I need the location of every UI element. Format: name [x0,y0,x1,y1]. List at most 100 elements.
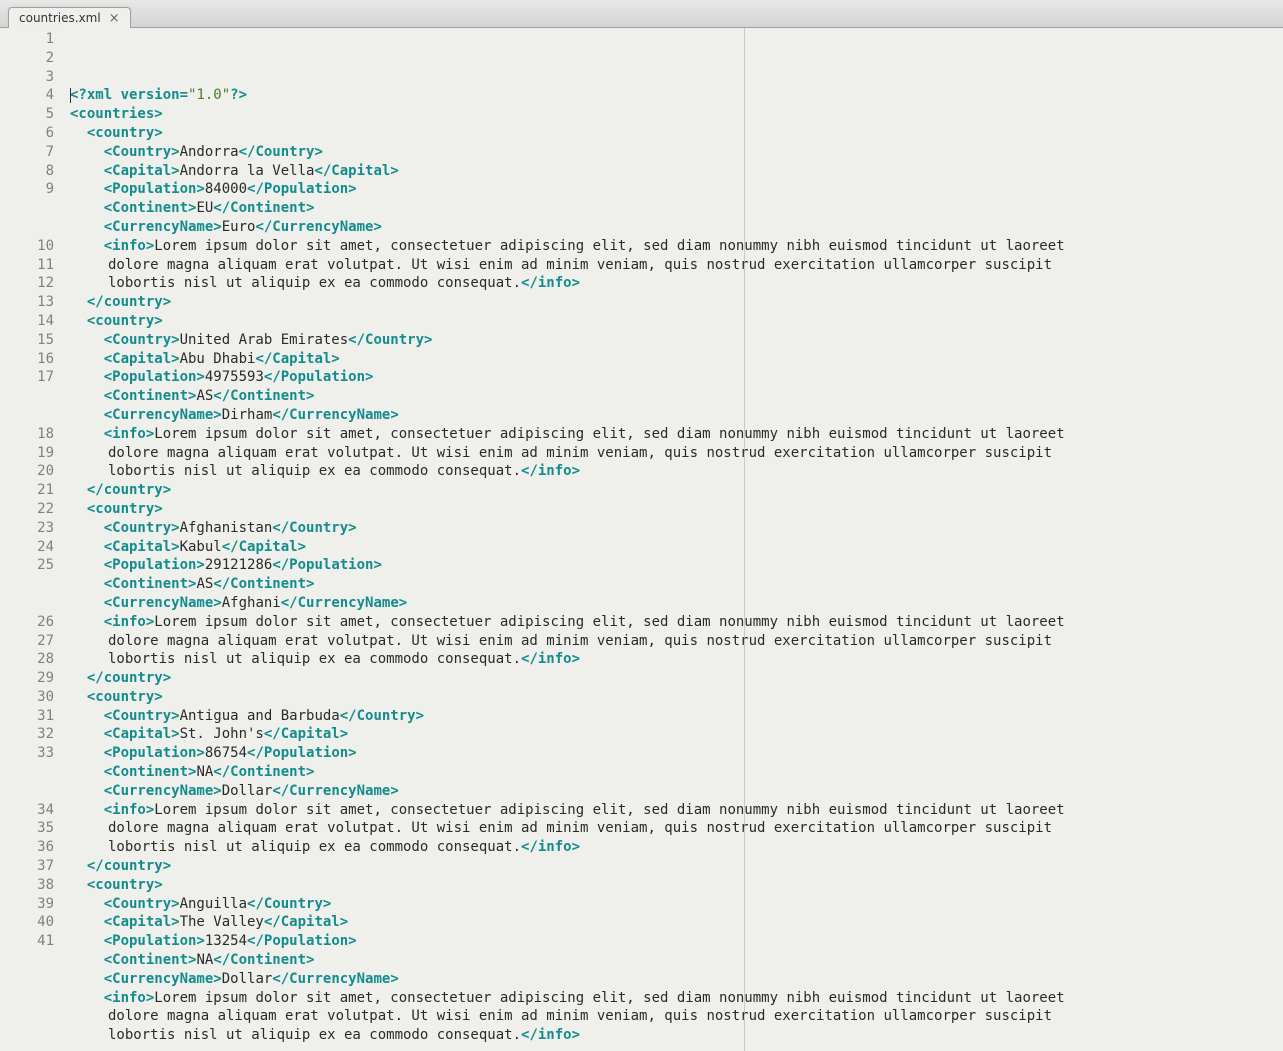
code-line: <Continent>NA</Continent> [70,951,1283,970]
line-number: 35 [20,819,54,838]
line-number [20,218,54,237]
code-line: <Capital>Kabul</Capital> [70,538,1283,557]
code-line: <CurrencyName>Dollar</CurrencyName> [70,970,1283,989]
line-number: 32 [20,725,54,744]
code-line: <countries> [70,105,1283,124]
code-line: lobortis nisl ut aliquip ex ea commodo c… [70,1026,1283,1045]
tab-bar: countries.xml × [0,0,1283,28]
code-line: <Population>29121286</Population> [70,556,1283,575]
code-line: <Capital>The Valley</Capital> [70,913,1283,932]
code-line: </country> [70,293,1283,312]
line-number: 23 [20,519,54,538]
code-line: lobortis nisl ut aliquip ex ea commodo c… [70,274,1283,293]
line-number: 29 [20,669,54,688]
code-line: dolore magna aliquam erat volutpat. Ut w… [70,256,1283,275]
line-number [20,970,54,989]
code-line: <country> [70,312,1283,331]
line-number: 11 [20,256,54,275]
line-number: 36 [20,838,54,857]
line-number: 24 [20,538,54,557]
code-line: dolore magna aliquam erat volutpat. Ut w… [70,444,1283,463]
line-number: 17 [20,368,54,387]
code-line: <CurrencyName>Dollar</CurrencyName> [70,782,1283,801]
line-number [20,406,54,425]
line-number: 25 [20,556,54,575]
code-line: </country> [70,669,1283,688]
line-number [20,763,54,782]
code-line: <Country>Anguilla</Country> [70,895,1283,914]
code-line: </country> [70,481,1283,500]
line-number [20,575,54,594]
code-line: dolore magna aliquam erat volutpat. Ut w… [70,819,1283,838]
line-number: 31 [20,707,54,726]
line-number: 8 [20,162,54,181]
line-number: 33 [20,744,54,763]
line-number [20,199,54,218]
code-line: <Country>Antigua and Barbuda</Country> [70,707,1283,726]
code-line: <info>Lorem ipsum dolor sit amet, consec… [70,989,1283,1008]
code-line: <country> [70,876,1283,895]
tab-countries-xml[interactable]: countries.xml × [8,7,131,28]
code-line: lobortis nisl ut aliquip ex ea commodo c… [70,462,1283,481]
line-number: 3 [20,68,54,87]
line-number: 27 [20,632,54,651]
line-number: 19 [20,444,54,463]
line-number: 22 [20,500,54,519]
code-line: <info>Lorem ipsum dolor sit amet, consec… [70,613,1283,632]
line-number: 10 [20,237,54,256]
line-number: 12 [20,274,54,293]
line-number: 7 [20,143,54,162]
line-number: 30 [20,688,54,707]
line-number [20,594,54,613]
line-number [20,387,54,406]
code-line: <Continent>AS</Continent> [70,387,1283,406]
line-number: 28 [20,650,54,669]
line-number: 37 [20,857,54,876]
code-line: <CurrencyName>Euro</CurrencyName> [70,218,1283,237]
line-number [20,782,54,801]
code-line: <country> [70,688,1283,707]
code-line: dolore magna aliquam erat volutpat. Ut w… [70,632,1283,651]
close-icon[interactable]: × [107,12,122,25]
line-number: 9 [20,180,54,199]
line-number [20,951,54,970]
code-line: <Continent>EU</Continent> [70,199,1283,218]
code-line: <country> [70,500,1283,519]
tab-title: countries.xml [19,11,101,25]
code-line: <Capital>St. John's</Capital> [70,725,1283,744]
line-number: 34 [20,801,54,820]
line-number: 16 [20,350,54,369]
line-number: 38 [20,876,54,895]
line-number: 15 [20,331,54,350]
code-line: <Population>4975593</Population> [70,368,1283,387]
line-number: 20 [20,462,54,481]
code-line: </country> [70,857,1283,876]
line-number: 40 [20,913,54,932]
code-line: <Country>Afghanistan</Country> [70,519,1283,538]
code-line: <Capital>Abu Dhabi</Capital> [70,350,1283,369]
code-line: <info>Lorem ipsum dolor sit amet, consec… [70,237,1283,256]
line-number: 18 [20,425,54,444]
line-number [20,989,54,1008]
code-line: <?xml version="1.0"?> [70,86,1283,105]
code-line: <Population>13254</Population> [70,932,1283,951]
code-area[interactable]: <?xml version="1.0"?><countries> <countr… [64,28,1283,1051]
line-number: 2 [20,49,54,68]
code-line: <Population>84000</Population> [70,180,1283,199]
line-number: 6 [20,124,54,143]
code-line: <Capital>Andorra la Vella</Capital> [70,162,1283,181]
code-line: <CurrencyName>Afghani</CurrencyName> [70,594,1283,613]
line-number: 39 [20,895,54,914]
code-line: <info>Lorem ipsum dolor sit amet, consec… [70,801,1283,820]
code-line: <info>Lorem ipsum dolor sit amet, consec… [70,425,1283,444]
code-line: lobortis nisl ut aliquip ex ea commodo c… [70,650,1283,669]
code-line: <Population>86754</Population> [70,744,1283,763]
line-number: 13 [20,293,54,312]
line-number-gutter: 1234567891011121314151617181920212223242… [0,28,64,1051]
code-line: <Continent>AS</Continent> [70,575,1283,594]
code-line: <Continent>NA</Continent> [70,763,1283,782]
line-number: 5 [20,105,54,124]
code-line: <Country>United Arab Emirates</Country> [70,331,1283,350]
line-number: 21 [20,481,54,500]
line-number: 41 [20,932,54,951]
